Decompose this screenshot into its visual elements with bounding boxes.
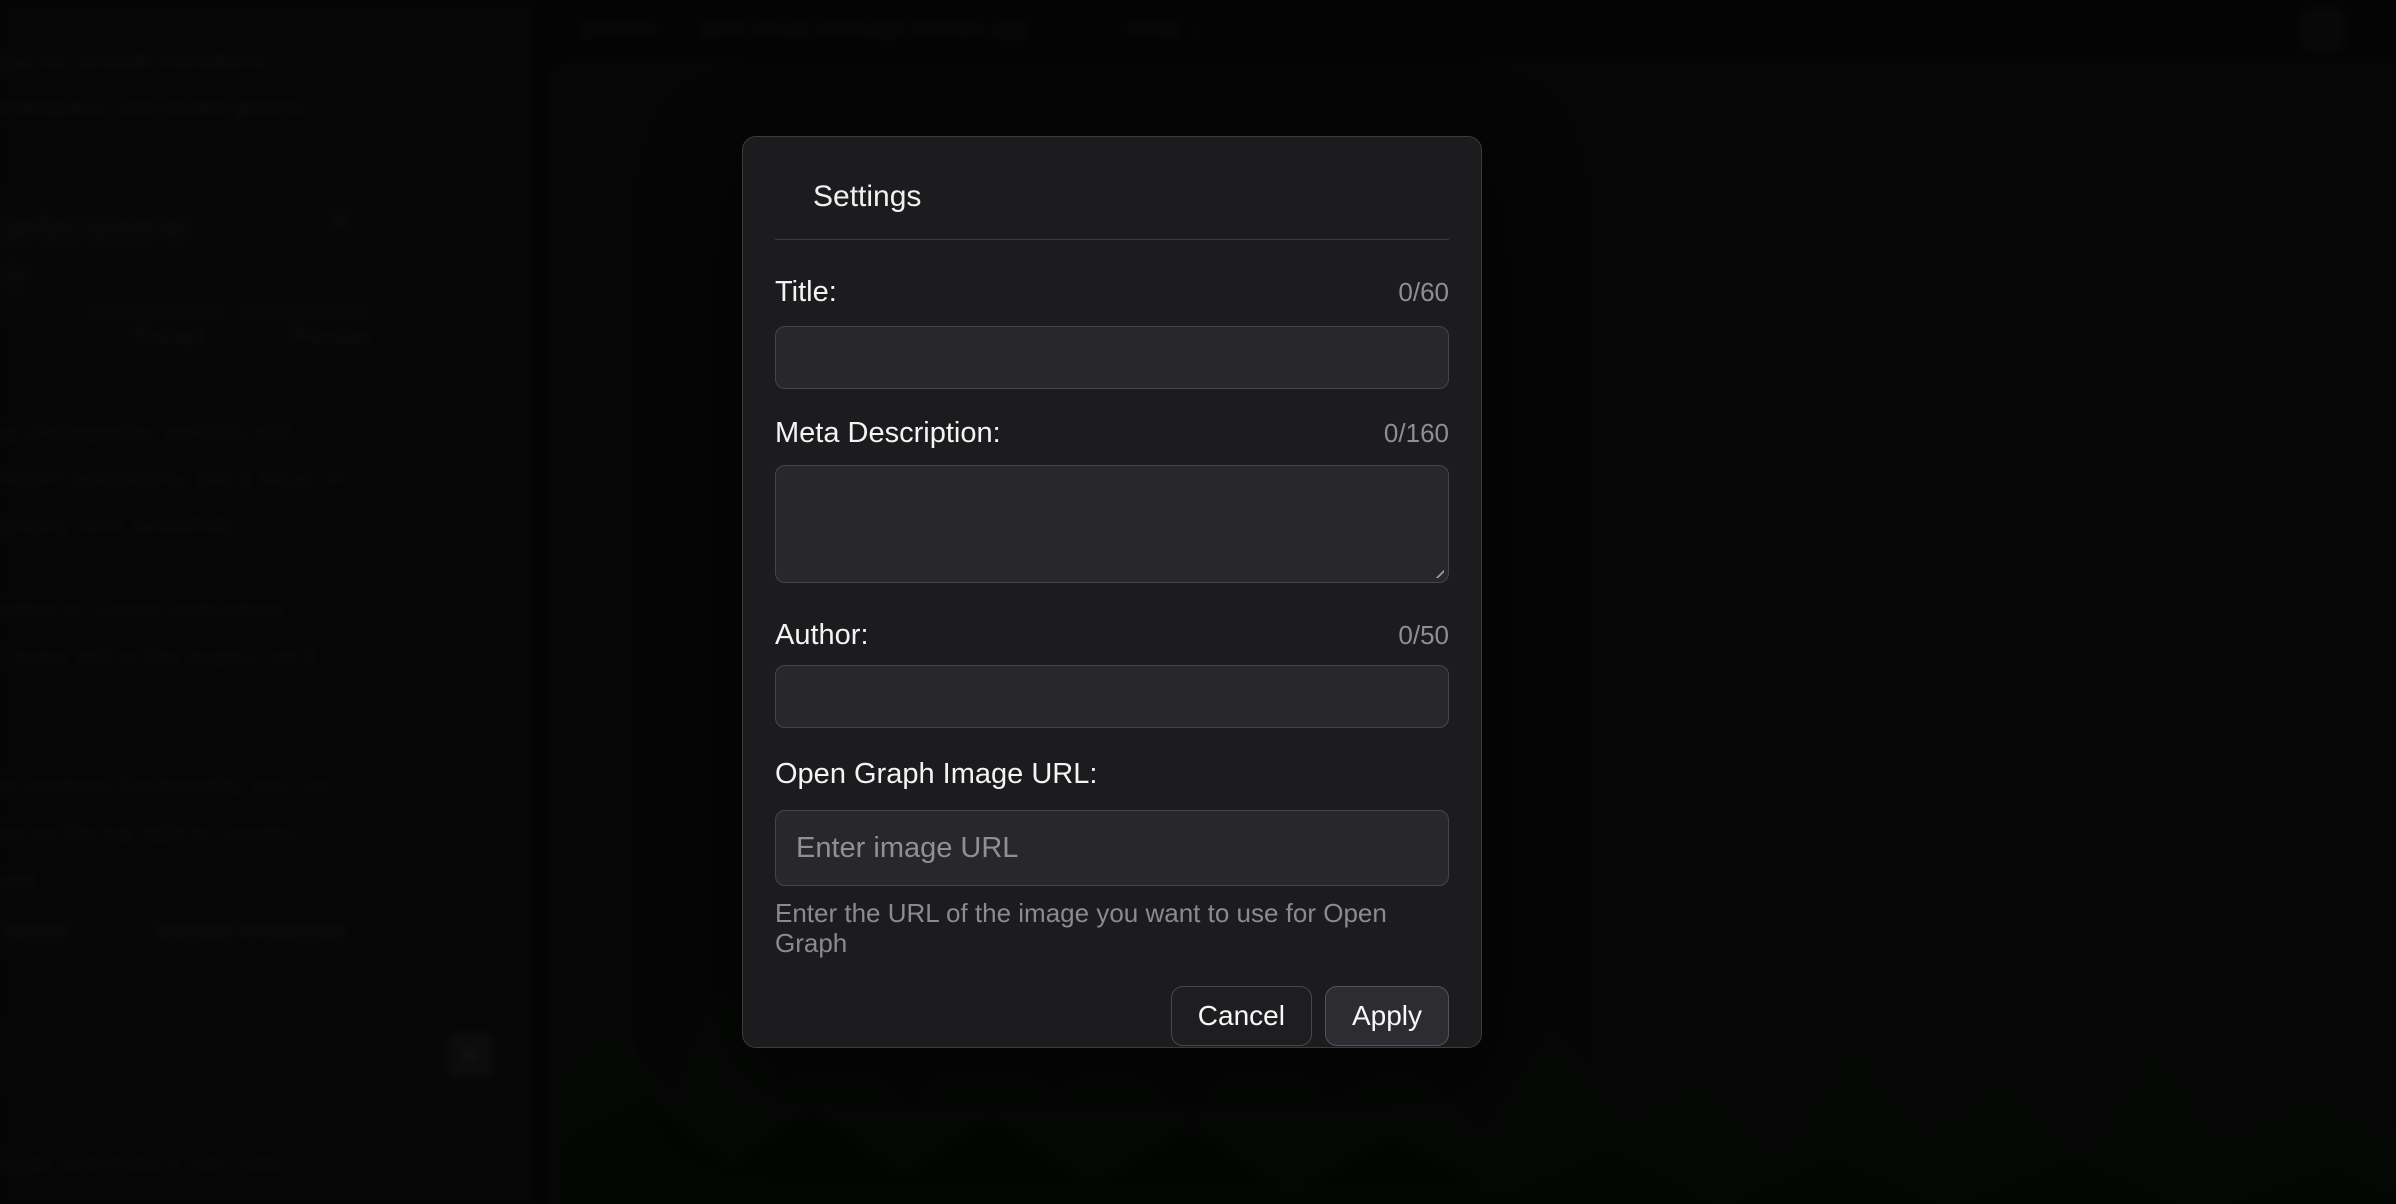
modal-actions: Cancel Apply (775, 986, 1449, 1046)
modal-divider (775, 239, 1449, 240)
meta-description-wrap (775, 465, 1449, 583)
apply-button[interactable]: Apply (1325, 986, 1449, 1046)
author-input[interactable] (775, 665, 1449, 728)
modal-title: Settings (813, 179, 1449, 215)
app-window: Chat preview skills visual message forma… (0, 0, 2396, 1204)
meta-field-row: Meta Description: 0/160 (775, 415, 1449, 451)
cancel-button[interactable]: Cancel (1171, 986, 1312, 1046)
og-helper-text: Enter the URL of the image you want to u… (775, 898, 1449, 958)
meta-description-counter: 0/160 (1384, 418, 1449, 449)
author-field-row: Author: 0/50 (775, 617, 1449, 653)
meta-description-textarea[interactable] (775, 465, 1449, 583)
og-field-row: Open Graph Image URL: (775, 756, 1449, 792)
og-image-url-input[interactable] (775, 810, 1449, 886)
author-label: Author: (775, 617, 869, 653)
title-counter: 0/60 (1398, 277, 1449, 308)
title-field-row: Title: 0/60 (775, 274, 1449, 310)
title-label: Title: (775, 274, 837, 310)
settings-modal: Settings Title: 0/60 Meta Description: 0… (742, 136, 1482, 1048)
author-counter: 0/50 (1398, 620, 1449, 651)
meta-description-label: Meta Description: (775, 415, 1001, 451)
title-input[interactable] (775, 326, 1449, 389)
og-image-url-label: Open Graph Image URL: (775, 756, 1097, 792)
